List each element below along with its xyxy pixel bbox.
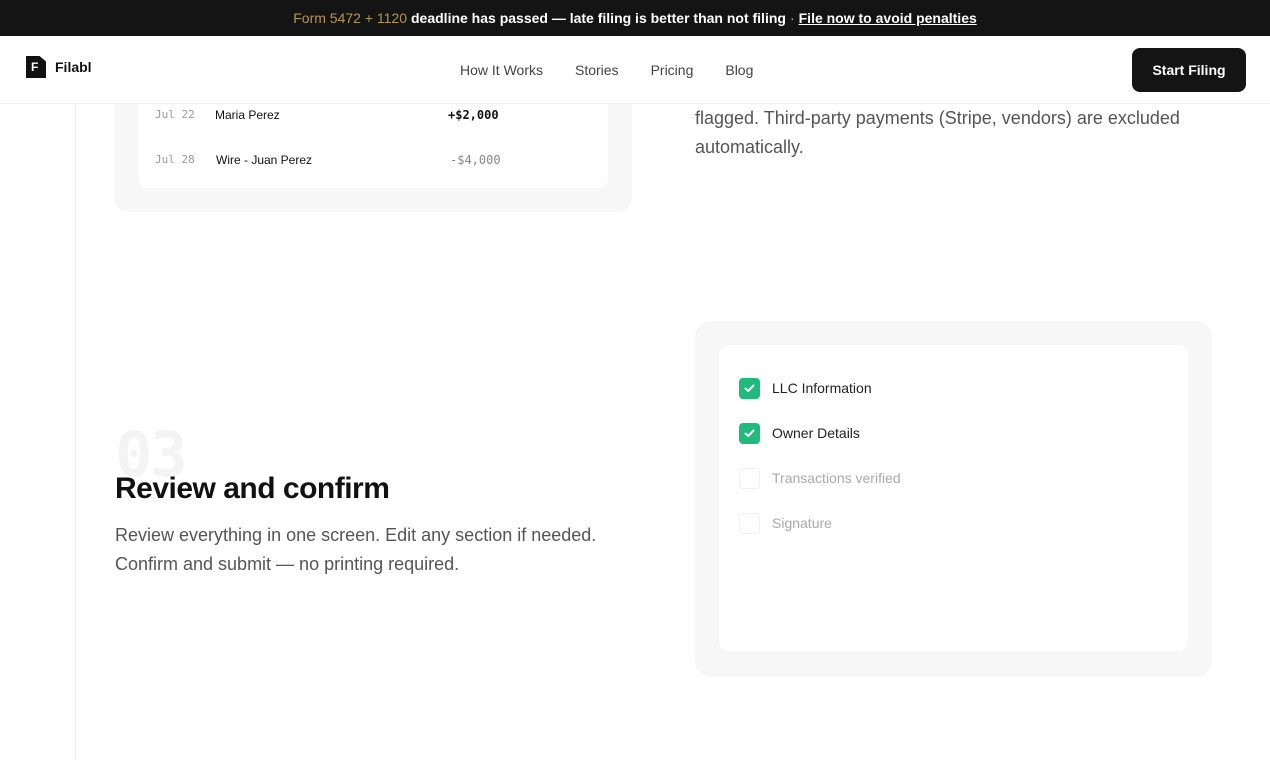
nav-blog[interactable]: Blog <box>725 62 753 78</box>
checklist-label: Owner Details <box>772 425 860 441</box>
banner-separator: · <box>789 10 795 26</box>
checklist-item-owner-details[interactable]: Owner Details <box>739 422 860 444</box>
document-logo-icon: F <box>26 56 46 78</box>
transaction-amount: -$4,000 <box>450 153 501 167</box>
nav-pricing[interactable]: Pricing <box>651 62 694 78</box>
site-header: F Filabl How It Works Stories Pricing Bl… <box>0 36 1270 104</box>
checklist-item-signature[interactable]: Signature <box>739 512 832 534</box>
review-checklist: LLC Information Owner Details Transactio… <box>719 345 1188 651</box>
banner-form-numbers: Form 5472 + 1120 <box>293 10 407 26</box>
checkbox-checked[interactable] <box>739 422 760 444</box>
logo-text: Filabl <box>55 59 92 75</box>
transaction-date: Jul 22 <box>155 108 195 121</box>
transaction-row: Jul 22 Maria Perez +$2,000 <box>138 108 608 128</box>
logo-glyph: F <box>31 60 39 74</box>
checklist-label: Transactions verified <box>772 470 901 486</box>
transaction-date: Jul 28 <box>155 153 195 166</box>
checkmark-icon <box>744 429 755 437</box>
banner-message: deadline has passed — late filing is bet… <box>411 10 786 26</box>
start-filing-button[interactable]: Start Filing <box>1132 48 1246 92</box>
transaction-name: Maria Perez <box>215 108 280 122</box>
step-title: Review and confirm <box>115 472 390 505</box>
transaction-amount: +$2,000 <box>448 108 499 122</box>
checkmark-icon <box>744 384 755 392</box>
transaction-row: Jul 28 Wire - Juan Perez -$4,000 <box>138 153 608 173</box>
timeline-rule <box>75 104 76 760</box>
checklist-item-transactions-verified[interactable]: Transactions verified <box>739 467 901 489</box>
step-02-description: flagged. Third-party payments (Stripe, v… <box>695 108 1180 157</box>
checkbox-unchecked[interactable] <box>739 467 760 489</box>
checklist-label: LLC Information <box>772 380 872 396</box>
nav-how-it-works[interactable]: How It Works <box>460 62 543 78</box>
checkbox-unchecked[interactable] <box>739 512 760 534</box>
deadline-banner: Form 5472 + 1120 deadline has passed — l… <box>0 0 1270 36</box>
step-description: Review everything in one screen. Edit an… <box>115 525 597 574</box>
checklist-label: Signature <box>772 515 832 531</box>
logo[interactable]: F Filabl <box>26 56 92 78</box>
checklist-item-llc-information[interactable]: LLC Information <box>739 377 872 399</box>
file-now-link[interactable]: File now to avoid penalties <box>799 10 977 26</box>
main-nav: How It Works Stories Pricing Blog <box>460 36 785 104</box>
review-checklist-card: LLC Information Owner Details Transactio… <box>695 321 1212 677</box>
nav-stories[interactable]: Stories <box>575 62 619 78</box>
checkbox-checked[interactable] <box>739 377 760 399</box>
transaction-name: Wire - Juan Perez <box>216 153 313 167</box>
